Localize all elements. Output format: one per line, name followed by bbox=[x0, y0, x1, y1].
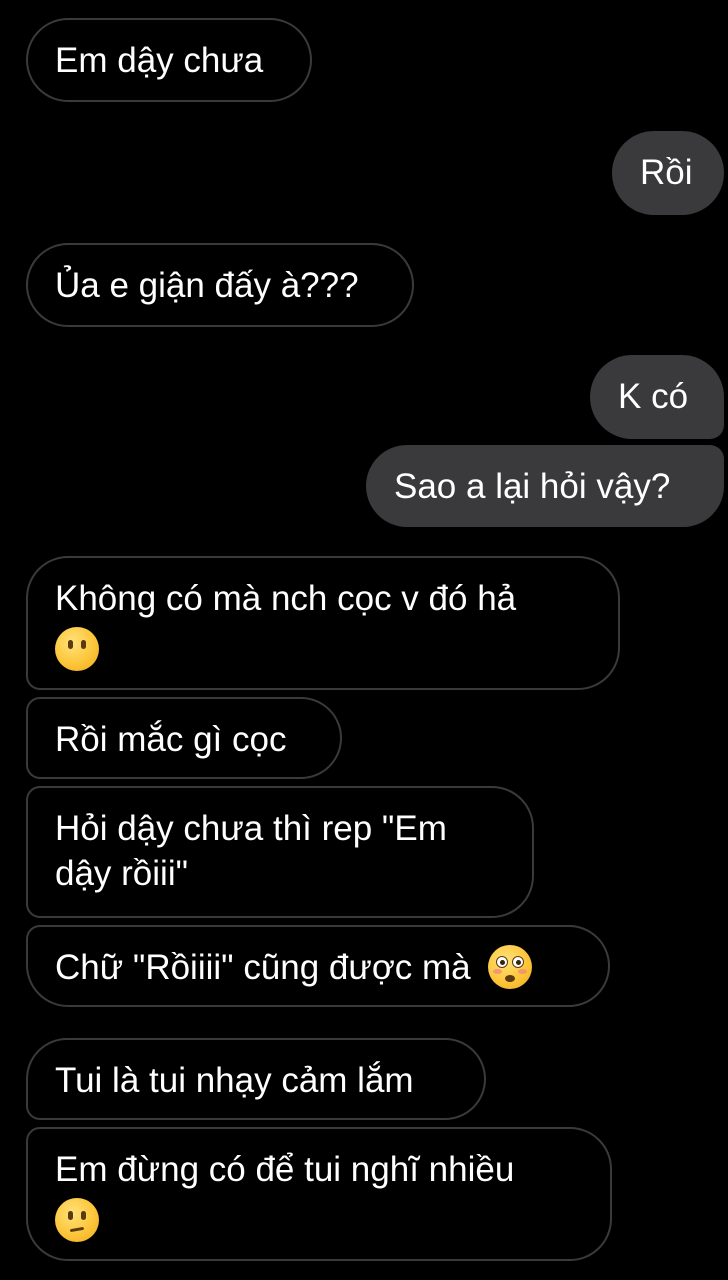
message-incoming[interactable]: Ủa e giận đấy à??? bbox=[26, 243, 414, 327]
message-text: Sao a lại hỏi vậy? bbox=[394, 467, 671, 506]
message-text: Ủa e giận đấy à??? bbox=[55, 266, 359, 305]
message-outgoing[interactable]: Sao a lại hỏi vậy? bbox=[366, 445, 724, 527]
message-text: Tui là tui nhạy cảm lắm bbox=[55, 1061, 414, 1100]
message-outgoing[interactable]: Rồi bbox=[612, 131, 724, 215]
message-incoming[interactable]: Em đừng có để tui nghĩ nhiều bbox=[26, 1127, 612, 1261]
message-text: Em dậy chưa bbox=[55, 41, 264, 80]
message-incoming[interactable]: Tui là tui nhạy cảm lắm bbox=[26, 1038, 486, 1120]
message-incoming[interactable]: Chữ "Rồiiii" cũng được mà bbox=[26, 925, 610, 1007]
message-text: Không có mà nch cọc v đó hả bbox=[55, 579, 517, 618]
message-incoming[interactable]: Hỏi dậy chưa thì rep "Em dậy rồiii" bbox=[26, 786, 534, 918]
message-outgoing[interactable]: K có bbox=[590, 355, 724, 439]
message-text: Chữ "Rồiiii" cũng được mà bbox=[55, 948, 471, 987]
message-text: K có bbox=[618, 377, 689, 416]
message-text-line2: dậy rồiii" bbox=[55, 854, 189, 893]
confused-face-icon bbox=[55, 1198, 99, 1242]
neutral-face-icon bbox=[55, 627, 99, 671]
message-text: Rồi mắc gì cọc bbox=[55, 720, 287, 759]
message-incoming[interactable]: Em dậy chưa bbox=[26, 18, 312, 102]
message-incoming[interactable]: Không có mà nch cọc v đó hả bbox=[26, 556, 620, 690]
message-text: Em đừng có để tui nghĩ nhiều bbox=[55, 1150, 515, 1189]
message-text-line1: Hỏi dậy chưa thì rep "Em bbox=[55, 809, 447, 848]
message-incoming[interactable]: Rồi mắc gì cọc bbox=[26, 697, 342, 779]
flushed-face-icon bbox=[488, 944, 533, 989]
message-text: Rồi bbox=[640, 153, 693, 192]
